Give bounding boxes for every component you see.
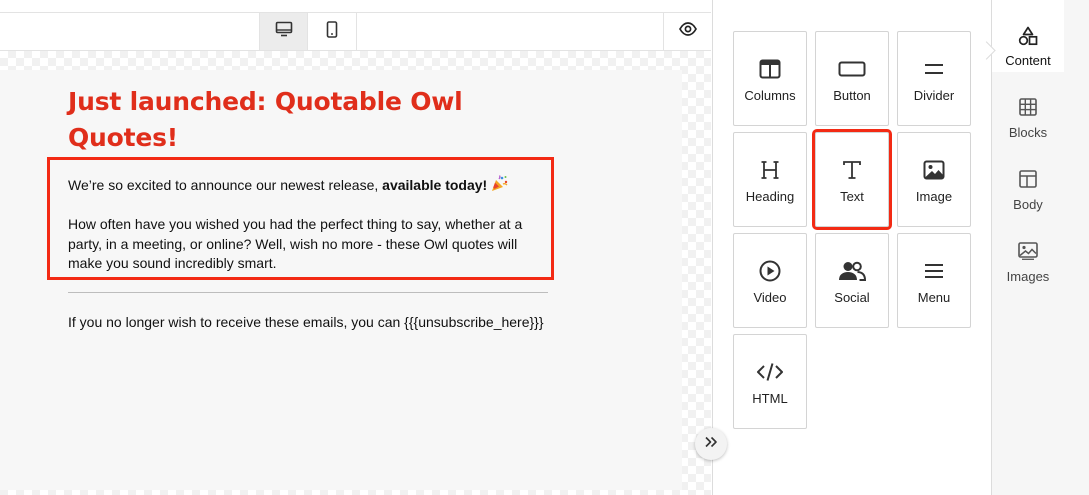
desktop-icon	[275, 21, 293, 42]
tool-video[interactable]: Video	[733, 233, 807, 328]
nav-blocks-label: Blocks	[1008, 125, 1048, 140]
tool-menu[interactable]: Menu	[897, 233, 971, 328]
selected-text-block[interactable]: We’re so excited to announce our newest …	[47, 157, 554, 280]
email-divider[interactable]	[68, 292, 548, 293]
nav-blocks[interactable]: Blocks	[992, 72, 1064, 144]
text-block-content: We’re so excited to announce our newest …	[68, 175, 538, 274]
nav-images-label: Images	[1006, 269, 1050, 284]
tool-menu-label: Menu	[917, 290, 951, 305]
editor-toolbar	[0, 12, 711, 51]
mobile-view-button[interactable]	[307, 13, 357, 50]
menu-icon	[924, 259, 944, 283]
intro-paragraph: We’re so excited to announce our newest …	[68, 175, 538, 196]
heading-icon	[760, 158, 780, 182]
intro-text: We’re so excited to announce our newest …	[68, 177, 383, 193]
nav-images[interactable]: Images	[992, 216, 1064, 288]
right-sidebar-nav: Content Blocks Body Images	[991, 0, 1089, 495]
nav-body-label: Body	[1013, 197, 1043, 212]
text-icon	[842, 158, 862, 182]
nav-body[interactable]: Body	[992, 144, 1064, 216]
shapes-icon	[1018, 26, 1038, 48]
blocks-icon	[1019, 98, 1037, 120]
tool-columns[interactable]: Columns	[733, 31, 807, 126]
nav-content[interactable]: Content	[992, 0, 1064, 72]
tool-button-label: Button	[833, 88, 871, 103]
nav-content-label: Content	[1005, 53, 1051, 68]
mobile-icon	[326, 20, 338, 43]
tool-html[interactable]: HTML	[733, 334, 807, 429]
divider-icon	[924, 57, 944, 81]
tool-html-label: HTML	[752, 391, 788, 406]
double-chevron-right-icon	[704, 435, 718, 453]
unsubscribe-text[interactable]: If you no longer wish to receive these e…	[68, 313, 544, 332]
body-paragraph: How often have you wished you had the pe…	[68, 216, 523, 271]
editor-area: Just launched: Quotable Owl Quotes! We’r…	[0, 0, 727, 495]
preview-button[interactable]	[663, 13, 711, 50]
video-icon	[759, 259, 781, 283]
party-popper-icon	[491, 175, 509, 191]
email-headline[interactable]: Just launched: Quotable Owl Quotes!	[68, 84, 548, 156]
eye-icon	[678, 22, 697, 41]
collapse-panel-button[interactable]	[695, 428, 727, 460]
desktop-view-button[interactable]	[259, 13, 307, 50]
image-icon	[923, 158, 945, 182]
tool-divider[interactable]: Divider	[897, 31, 971, 126]
tool-heading[interactable]: Heading	[733, 132, 807, 227]
tool-divider-label: Divider	[913, 88, 955, 103]
tool-image-label: Image	[915, 189, 953, 204]
tool-columns-label: Columns	[744, 88, 796, 103]
intro-bold-text: available today!	[382, 177, 488, 193]
tool-social[interactable]: Social	[815, 233, 889, 328]
tool-text[interactable]: Text	[812, 129, 892, 230]
images-icon	[1018, 242, 1038, 264]
layout-icon	[1019, 170, 1037, 192]
tool-button[interactable]: Button	[815, 31, 889, 126]
tool-image[interactable]: Image	[897, 132, 971, 227]
code-icon	[756, 360, 784, 384]
content-tools-panel: Columns Button Divider Heading Text Imag…	[712, 0, 992, 495]
columns-icon	[759, 57, 781, 81]
tool-heading-label: Heading	[745, 189, 795, 204]
social-icon	[838, 259, 866, 283]
tool-social-label: Social	[834, 290, 870, 305]
tool-video-label: Video	[753, 290, 787, 305]
button-icon	[838, 57, 866, 81]
tool-text-label: Text	[840, 189, 864, 204]
